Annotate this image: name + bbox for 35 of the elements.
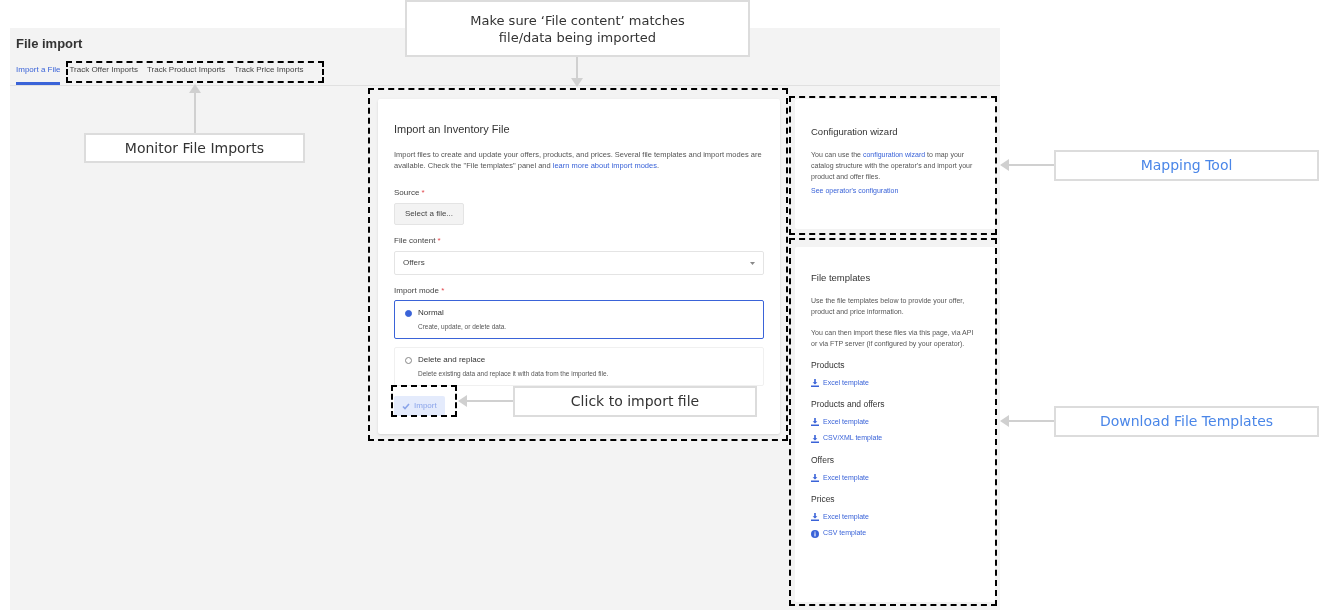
download-icon: [811, 513, 819, 521]
card-title: File templates: [811, 270, 872, 285]
option-title: Delete and replace: [418, 354, 486, 367]
select-value: Offers: [403, 257, 425, 269]
download-icon: [811, 378, 819, 387]
callout-text: Mapping Tool: [1140, 156, 1233, 175]
info-icon: [811, 529, 819, 538]
radio-button[interactable]: [405, 309, 412, 317]
tab[interactable]: Track Product Imports: [146, 61, 226, 85]
card-title: Configuration wizard: [811, 124, 899, 139]
download-icon: [811, 418, 819, 426]
section-title: Products: [811, 358, 846, 372]
section-title: Products and offers: [811, 398, 886, 411]
tab[interactable]: Import a File: [16, 61, 61, 85]
callout-text: Click to import file: [570, 392, 700, 411]
select-file-button[interactable]: Select a file...: [394, 203, 465, 225]
option-title: Normal: [418, 307, 444, 320]
field-label: File content *: [394, 235, 442, 247]
page-title: File import: [16, 35, 83, 53]
section-title: Prices: [811, 493, 836, 506]
callout-text: Download File Templates: [1099, 412, 1274, 431]
caret-icon: [750, 261, 755, 265]
tab[interactable]: Track Price Imports: [234, 61, 304, 85]
section-title: Offers: [811, 453, 835, 467]
check-icon: [402, 402, 410, 410]
tab[interactable]: Track Offer Imports: [69, 61, 138, 85]
callout-text: Monitor File Imports: [124, 138, 265, 158]
card-title: Import an Inventory File: [394, 121, 511, 137]
field-label: Import mode *: [394, 285, 446, 297]
file-content-select[interactable]: Offers: [394, 251, 764, 275]
radio-button[interactable]: [405, 356, 412, 364]
field-label: Source *: [394, 187, 426, 199]
download-icon: [811, 434, 819, 443]
download-icon: [811, 473, 819, 482]
callout-text: Make sure ‘File content’ matches file/data being imported: [469, 11, 686, 46]
